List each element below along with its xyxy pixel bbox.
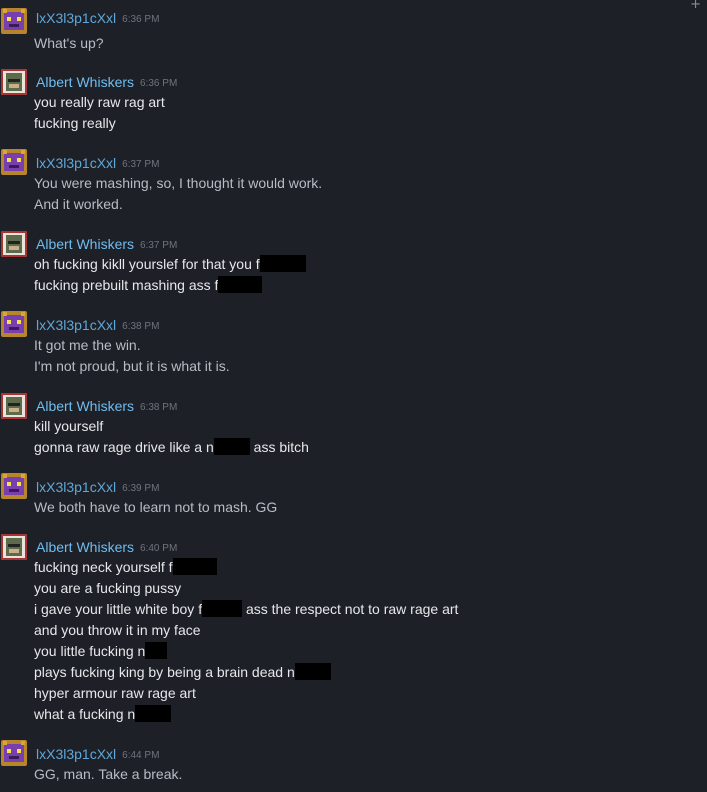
message-text: oh fucking kikll yourslef for that you f bbox=[34, 254, 306, 275]
redaction-bar bbox=[218, 276, 263, 293]
timestamp: 6:37 PM bbox=[122, 159, 160, 170]
redaction-bar bbox=[172, 558, 217, 575]
timestamp: 6:44 PM bbox=[122, 750, 160, 761]
message-text-part: what a fucking n bbox=[34, 706, 136, 722]
message-text: You were mashing, so, I thought it would… bbox=[34, 175, 323, 191]
message-text: fucking prebuilt mashing ass f bbox=[34, 275, 263, 296]
username[interactable]: lxX3l3p1cXxl bbox=[36, 746, 116, 762]
message-text: you little fucking n bbox=[34, 641, 168, 662]
avatar-albert-whiskers[interactable] bbox=[1, 231, 27, 257]
redaction-bar bbox=[294, 663, 331, 680]
avatar-lxX3l3p1cXxl[interactable] bbox=[1, 740, 27, 766]
username[interactable]: Albert Whiskers bbox=[36, 74, 134, 90]
username[interactable]: lxX3l3p1cXxl bbox=[36, 10, 116, 26]
timestamp: 6:40 PM bbox=[140, 543, 178, 554]
message-text: and you throw it in my face bbox=[34, 622, 201, 638]
message-text-part: gonna raw rage drive like a n bbox=[34, 439, 214, 455]
avatar-lxX3l3p1cXxl[interactable] bbox=[1, 8, 27, 34]
redaction-bar bbox=[135, 705, 172, 722]
message-text: hyper armour raw rage art bbox=[34, 685, 196, 701]
redaction-bar bbox=[202, 600, 243, 617]
timestamp: 6:39 PM bbox=[122, 483, 160, 494]
message-header: Albert Whiskers 6:40 PM bbox=[36, 537, 177, 557]
message-text: fucking neck yourself f bbox=[34, 557, 217, 578]
timestamp: 6:37 PM bbox=[140, 240, 178, 251]
timestamp: 6:36 PM bbox=[122, 14, 160, 25]
message-text-part: fucking neck yourself f bbox=[34, 559, 173, 575]
message-text: i gave your little white boy f ass the r… bbox=[34, 599, 458, 620]
redaction-bar bbox=[213, 438, 250, 455]
redaction-bar bbox=[259, 255, 306, 272]
message-text: what a fucking n bbox=[34, 704, 172, 725]
message-text: gonna raw rage drive like a n ass bitch bbox=[34, 437, 309, 458]
message-text-part: you little fucking n bbox=[34, 643, 146, 659]
message-text: you are a fucking pussy bbox=[34, 580, 182, 596]
message-header: Albert Whiskers 6:37 PM bbox=[36, 234, 177, 254]
message-text: And it worked. bbox=[34, 196, 123, 212]
timestamp: 6:38 PM bbox=[140, 402, 178, 413]
username[interactable]: Albert Whiskers bbox=[36, 236, 134, 252]
timestamp: 6:38 PM bbox=[122, 321, 160, 332]
message-text: GG, man. Take a break. bbox=[34, 766, 183, 782]
message-header: lxX3l3p1cXxl 6:38 PM bbox=[36, 315, 159, 335]
message-text-part: fucking prebuilt mashing ass f bbox=[34, 277, 219, 293]
message-text-part: i gave your little white boy f bbox=[34, 601, 203, 617]
message-text-part: ass the respect not to raw rage art bbox=[242, 601, 459, 617]
add-icon[interactable]: + bbox=[690, 0, 701, 12]
message-text: What's up? bbox=[34, 35, 104, 51]
username[interactable]: Albert Whiskers bbox=[36, 398, 134, 414]
redaction-bar bbox=[145, 642, 168, 659]
message-text: We both have to learn not to mash. GG bbox=[34, 499, 278, 515]
message-text: I'm not proud, but it is what it is. bbox=[34, 358, 230, 374]
message-header: Albert Whiskers 6:36 PM bbox=[36, 72, 177, 92]
avatar-albert-whiskers[interactable] bbox=[1, 393, 27, 419]
avatar-albert-whiskers[interactable] bbox=[1, 69, 27, 95]
avatar-albert-whiskers[interactable] bbox=[1, 534, 27, 560]
avatar-lxX3l3p1cXxl[interactable] bbox=[1, 311, 27, 337]
timestamp: 6:36 PM bbox=[140, 78, 178, 89]
message-header: lxX3l3p1cXxl 6:37 PM bbox=[36, 153, 159, 173]
message-text: kill yourself bbox=[34, 418, 104, 434]
message-header: lxX3l3p1cXxl 6:44 PM bbox=[36, 744, 159, 764]
avatar-lxX3l3p1cXxl[interactable] bbox=[1, 149, 27, 175]
username[interactable]: lxX3l3p1cXxl bbox=[36, 479, 116, 495]
message-text-part: oh fucking kikll yourslef for that you f bbox=[34, 256, 260, 272]
message-header: lxX3l3p1cXxl 6:39 PM bbox=[36, 477, 159, 497]
username[interactable]: lxX3l3p1cXxl bbox=[36, 317, 116, 333]
message-text: It got me the win. bbox=[34, 337, 141, 353]
message-text: plays fucking king by being a brain dead… bbox=[34, 662, 331, 683]
message-header: Albert Whiskers 6:38 PM bbox=[36, 396, 177, 416]
message-header: lxX3l3p1cXxl 6:36 PM bbox=[36, 8, 159, 28]
message-text: fucking really bbox=[34, 115, 116, 131]
avatar-lxX3l3p1cXxl[interactable] bbox=[1, 473, 27, 499]
username[interactable]: Albert Whiskers bbox=[36, 539, 134, 555]
message-text-part: plays fucking king by being a brain dead… bbox=[34, 664, 295, 680]
message-text: you really raw rag art bbox=[34, 94, 165, 110]
message-text-part: ass bitch bbox=[249, 439, 309, 455]
username[interactable]: lxX3l3p1cXxl bbox=[36, 155, 116, 171]
